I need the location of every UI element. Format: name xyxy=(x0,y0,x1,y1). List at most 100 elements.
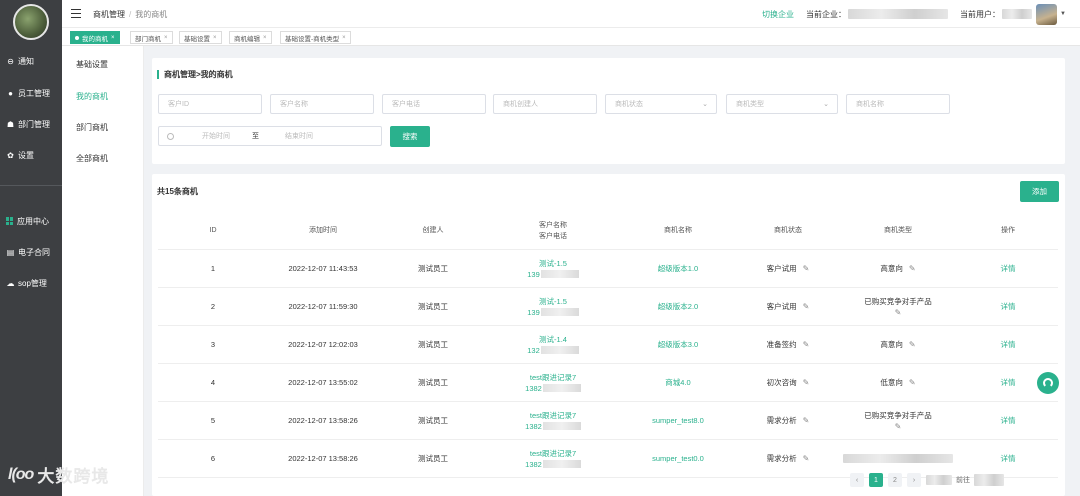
creator-input[interactable]: 商机创建人 xyxy=(493,94,597,114)
row-type: 已购买竞争对手产品 ✎ xyxy=(838,288,958,325)
close-icon[interactable]: × xyxy=(213,35,217,41)
edit-pencil-icon[interactable]: ✎ xyxy=(803,415,810,426)
edit-pencil-icon[interactable]: ✎ xyxy=(803,301,810,312)
tab-dept-opportunities[interactable]: 部门商机 × xyxy=(130,31,173,44)
opportunity-name-input[interactable]: 商机名称 xyxy=(846,94,950,114)
date-end[interactable]: 结束时间 xyxy=(285,131,313,141)
row-customer[interactable]: 测试-1.5 139 xyxy=(488,250,618,287)
customer-name-input[interactable]: 客户名称 xyxy=(270,94,374,114)
row-customer-name[interactable]: 测试-1.5 xyxy=(539,258,567,269)
row-status: 客户试用 ✎ xyxy=(738,250,838,287)
sidebar-item-e-contract[interactable]: ▤ 电子合同 xyxy=(0,241,62,263)
submenu-item-basic-settings[interactable]: 基础设置 xyxy=(76,59,108,70)
close-icon[interactable]: × xyxy=(164,35,168,41)
row-creator: 测试员工 xyxy=(418,302,448,311)
row-customer[interactable]: 测试-1.5 139 xyxy=(488,288,618,325)
customer-service-button[interactable] xyxy=(1037,372,1059,394)
row-time: 2022-12-07 11:43:53 xyxy=(288,264,358,273)
menu-toggle-icon[interactable] xyxy=(71,9,81,18)
row-time: 2022-12-07 11:59:30 xyxy=(288,302,358,311)
prev-page-button[interactable]: ‹ xyxy=(850,473,864,487)
date-range-picker[interactable]: 开始时间 至 结束时间 xyxy=(158,126,382,146)
row-id: 4 xyxy=(210,378,216,387)
row-opportunity-name[interactable]: 超级版本1.0 xyxy=(618,250,738,287)
current-user-label: 当前用户： xyxy=(960,9,1001,19)
row-customer[interactable]: 测试-1.4 132 xyxy=(488,326,618,363)
close-icon[interactable]: × xyxy=(263,35,267,41)
row-customer[interactable]: test跟进记录7 1382 xyxy=(488,364,618,401)
edit-pencil-icon[interactable]: ✎ xyxy=(909,377,916,388)
sidebar-item-notice[interactable]: ⊖ 通知 xyxy=(0,50,62,72)
row-type-text: 已购买竞争对手产品 xyxy=(864,296,932,306)
tab-opportunity-edit[interactable]: 商机编辑 × xyxy=(229,31,272,44)
headset-icon xyxy=(1043,378,1053,388)
date-start[interactable]: 开始时间 xyxy=(202,131,230,141)
add-opportunity-button[interactable]: 添加 xyxy=(1020,181,1059,202)
edit-pencil-icon[interactable]: ✎ xyxy=(803,339,810,350)
apps-grid-icon xyxy=(6,217,14,225)
row-status: 客户试用 ✎ xyxy=(738,288,838,325)
row-creator: 测试员工 xyxy=(418,264,448,273)
status-select-placeholder: 商机状态 xyxy=(615,101,643,108)
sidebar-item-label: 电子合同 xyxy=(18,247,50,257)
row-customer-name[interactable]: test跟进记录7 xyxy=(530,410,576,421)
chevron-down-icon[interactable]: ▼ xyxy=(1060,11,1066,17)
user-avatar[interactable] xyxy=(1036,3,1058,25)
edit-pencil-icon[interactable]: ✎ xyxy=(909,339,916,350)
page-button-current[interactable]: 1 xyxy=(869,473,883,487)
row-customer-name[interactable]: test跟进记录7 xyxy=(530,448,576,459)
sidebar-item-sop[interactable]: ☁ sop管理 xyxy=(0,272,62,294)
row-opportunity-name[interactable]: 超级版本2.0 xyxy=(618,288,738,325)
org-chart-icon: ☗ xyxy=(6,119,15,129)
tab-my-opportunities[interactable]: 我的商机 × xyxy=(70,31,120,44)
sidebar-item-app-center[interactable]: 应用中心 xyxy=(0,210,62,232)
goto-page-input[interactable] xyxy=(974,474,1004,486)
row-detail-link[interactable]: 详情 xyxy=(958,326,1058,363)
row-opportunity-name[interactable]: 商城4.0 xyxy=(618,364,738,401)
company-avatar[interactable] xyxy=(13,4,49,40)
row-opportunity-name[interactable]: 超级版本3.0 xyxy=(618,326,738,363)
sidebar-item-staff[interactable]: ● 员工管理 xyxy=(0,82,62,104)
next-page-button[interactable]: › xyxy=(907,473,921,487)
table-row: 2 2022-12-07 11:59:30 测试员工 测试-1.5 139 超级… xyxy=(158,288,1058,326)
close-icon[interactable]: × xyxy=(342,35,346,41)
row-customer[interactable]: test跟进记录7 1382 xyxy=(488,402,618,439)
row-detail-link[interactable]: 详情 xyxy=(958,402,1058,439)
row-customer-name[interactable]: test跟进记录7 xyxy=(530,372,576,383)
tab-opportunity-types[interactable]: 基础设置-商机类型 × xyxy=(280,31,351,44)
page-size-redacted[interactable] xyxy=(926,475,952,485)
edit-pencil-icon[interactable]: ✎ xyxy=(803,263,810,274)
edit-pencil-icon[interactable]: ✎ xyxy=(895,307,902,318)
row-customer-name[interactable]: 测试-1.5 xyxy=(539,296,567,307)
row-opportunity-name[interactable]: sumper_test8.0 xyxy=(618,402,738,439)
type-select[interactable]: 商机类型 ⌄ xyxy=(726,94,838,114)
row-customer-name[interactable]: 测试-1.4 xyxy=(539,334,567,345)
tab-basic-settings[interactable]: 基础设置 × xyxy=(179,31,222,44)
breadcrumb-item[interactable]: 商机管理 xyxy=(93,10,125,19)
row-time: 2022-12-07 12:02:03 xyxy=(288,340,358,349)
row-detail-link[interactable]: 详情 xyxy=(958,288,1058,325)
search-panel: 商机管理>我的商机 客户ID 客户名称 客户电话 商机创建人 商机状态 ⌄ 商机… xyxy=(152,58,1065,164)
edit-pencil-icon[interactable]: ✎ xyxy=(803,377,810,388)
status-select[interactable]: 商机状态 ⌄ xyxy=(605,94,717,114)
close-icon[interactable]: × xyxy=(111,35,115,41)
sidebar-item-settings[interactable]: ✿ 设置 xyxy=(0,144,62,166)
customer-phone-input[interactable]: 客户电话 xyxy=(382,94,486,114)
edit-pencil-icon[interactable]: ✎ xyxy=(895,421,902,432)
row-status-text: 客户试用 xyxy=(766,302,797,311)
page-button[interactable]: 2 xyxy=(888,473,902,487)
customer-id-input[interactable]: 客户ID xyxy=(158,94,262,114)
edit-pencil-icon[interactable]: ✎ xyxy=(909,263,916,274)
search-button[interactable]: 搜索 xyxy=(390,126,430,147)
edit-pencil-icon[interactable]: ✎ xyxy=(803,453,810,464)
row-detail-link[interactable]: 详情 xyxy=(958,250,1058,287)
sidebar-item-department[interactable]: ☗ 部门管理 xyxy=(0,113,62,135)
col-opportunity-name: 商机名称 xyxy=(664,227,692,234)
row-customer[interactable]: test跟进记录7 1382 xyxy=(488,440,618,477)
submenu-item-dept-opportunities[interactable]: 部门商机 xyxy=(76,122,108,133)
submenu-item-my-opportunities[interactable]: 我的商机 xyxy=(76,91,108,102)
phone-redacted xyxy=(540,270,579,278)
submenu-item-all-opportunities[interactable]: 全部商机 xyxy=(76,153,108,164)
switch-company-link[interactable]: 切换企业 xyxy=(762,9,794,20)
row-opportunity-name[interactable]: sumper_test0.0 xyxy=(618,440,738,477)
